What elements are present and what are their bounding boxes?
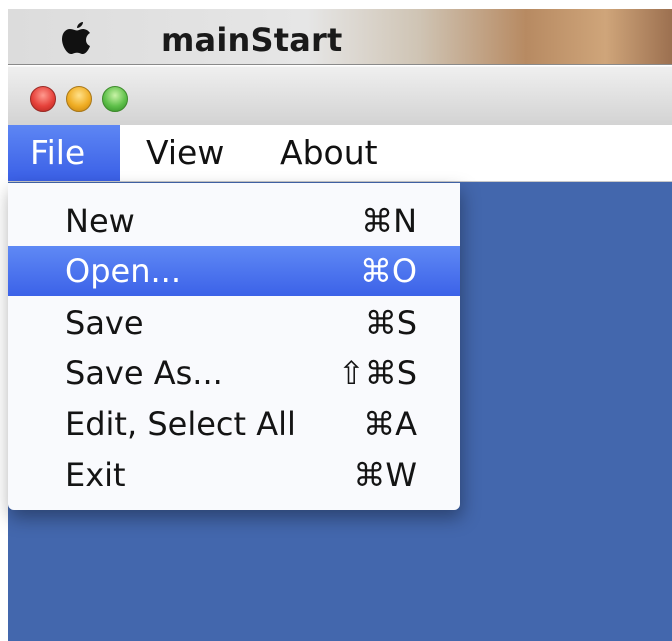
menu-item-label: New <box>65 202 135 240</box>
shortcut-label: ⌘W <box>353 456 417 494</box>
file-dropdown-menu: New ⌘N Open... ⌘O Save ⌘S Save As... ⇧⌘S… <box>8 183 460 510</box>
shortcut-label: ⌘A <box>363 405 417 443</box>
shortcut-label: ⌘S <box>364 304 417 342</box>
shortcut-label: ⌘N <box>361 202 417 240</box>
menu-item-label: Edit, Select All <box>65 405 296 443</box>
menu-item-label: Save <box>65 304 144 342</box>
app-menu-bar: File View About <box>8 125 672 182</box>
window-title-bar[interactable] <box>8 66 672 125</box>
menu-item-select-all[interactable]: Edit, Select All ⌘A <box>8 399 460 449</box>
shortcut-label: ⇧⌘S <box>337 354 417 392</box>
menu-item-open[interactable]: Open... ⌘O <box>8 246 460 296</box>
menu-item-label: Open... <box>65 252 181 290</box>
menu-item-label: Save As... <box>65 354 223 392</box>
app-name[interactable]: mainStart <box>161 21 343 59</box>
menu-about[interactable]: About <box>267 125 391 181</box>
system-menu-bar: mainStart <box>8 9 672 65</box>
zoom-button[interactable] <box>102 86 128 112</box>
menu-item-save-as[interactable]: Save As... ⇧⌘S <box>8 348 460 398</box>
menu-file[interactable]: File <box>8 125 120 181</box>
menu-item-exit[interactable]: Exit ⌘W <box>8 450 460 500</box>
apple-icon[interactable] <box>56 19 100 59</box>
shortcut-label: ⌘O <box>359 252 417 290</box>
menu-item-new[interactable]: New ⌘N <box>8 196 460 246</box>
menu-item-save[interactable]: Save ⌘S <box>8 298 460 348</box>
menu-item-label: Exit <box>65 456 126 494</box>
minimize-button[interactable] <box>66 86 92 112</box>
menu-view[interactable]: View <box>133 125 237 181</box>
close-button[interactable] <box>30 86 56 112</box>
